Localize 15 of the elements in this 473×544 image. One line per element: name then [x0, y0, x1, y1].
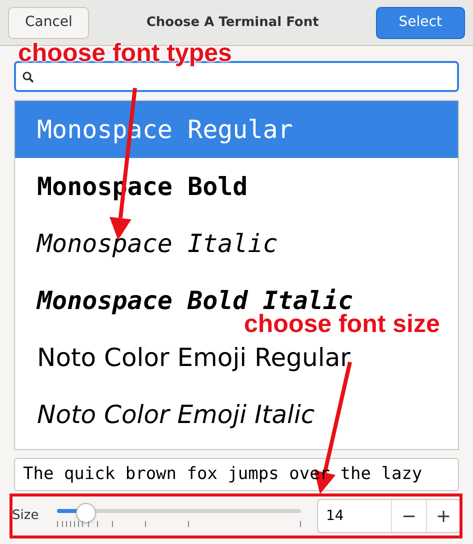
size-label: Size [12, 507, 40, 526]
size-spin-field[interactable]: 14 − + [317, 499, 461, 533]
font-list-item[interactable]: Monospace Bold Italic [37, 288, 354, 313]
increase-button[interactable]: + [426, 500, 460, 532]
window-title: Choose A Terminal Font [146, 14, 319, 32]
annotation-label: choose font size [244, 312, 440, 337]
search-icon [22, 70, 34, 82]
font-list-item[interactable]: Monospace Italic [37, 231, 278, 256]
font-list-item[interactable]: Noto Color Emoji Italic [37, 402, 315, 427]
slider-thumb[interactable] [76, 503, 96, 523]
select-button[interactable]: Select [376, 6, 465, 38]
annotation-label: choose font types [18, 41, 232, 66]
font-list-item[interactable]: Noto Color Emoji Regular [37, 345, 350, 370]
decrease-button[interactable]: − [391, 500, 426, 532]
cancel-button[interactable]: Cancel [8, 6, 90, 38]
